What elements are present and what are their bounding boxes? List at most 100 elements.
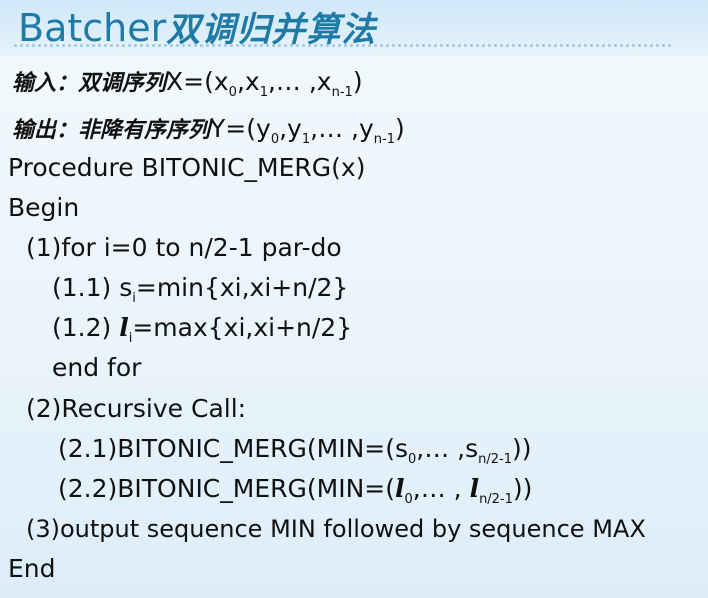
input-formula-start: X=(x (166, 67, 229, 96)
divider-dot (80, 44, 83, 47)
divider-dot (584, 44, 587, 47)
step-2-1-end: )) (512, 434, 532, 463)
divider-dot (380, 44, 383, 47)
divider-dot (122, 44, 125, 47)
step-1-2: (1.2) li=max{xi,xi+n/2} (52, 312, 352, 345)
divider-dot (326, 44, 329, 47)
step-2-2-varn: l (469, 474, 480, 503)
divider-dot (662, 44, 665, 47)
divider-dot (332, 44, 335, 47)
begin-line: Begin (8, 193, 80, 222)
input-sub-0: 0 (228, 85, 237, 100)
divider-dot (428, 44, 431, 47)
divider-dot (308, 44, 311, 47)
divider-dot (392, 44, 395, 47)
input-sep2: ,… ,x (267, 67, 332, 96)
divider-dot (404, 44, 407, 47)
divider-dot (542, 44, 545, 47)
divider-dot (488, 44, 491, 47)
divider-dot (170, 44, 173, 47)
step-3: (3)output sequence MIN followed by seque… (26, 515, 646, 543)
divider-dot (182, 44, 185, 47)
divider-dot (548, 44, 551, 47)
divider-dot (92, 44, 95, 47)
divider-dot (482, 44, 485, 47)
divider-dot (134, 44, 137, 47)
output-sub-n1: n-1 (373, 132, 395, 147)
step-1-2-prefix: (1.2) (52, 313, 120, 342)
divider-dot (440, 44, 443, 47)
title-divider (14, 44, 694, 50)
divider-dot (578, 44, 581, 47)
divider-dot (32, 44, 35, 47)
divider-dot (206, 44, 209, 47)
divider-dot (368, 44, 371, 47)
divider-dot (152, 44, 155, 47)
slide: Batcher双调归并算法 输入：双调序列X=(x0,x1,… ,xn-1) 输… (0, 0, 708, 598)
divider-dot (362, 44, 365, 47)
divider-dot (194, 44, 197, 47)
divider-dot (554, 44, 557, 47)
divider-dot (350, 44, 353, 47)
divider-dot (38, 44, 41, 47)
divider-dot (224, 44, 227, 47)
divider-dot (452, 44, 455, 47)
divider-dot (398, 44, 401, 47)
divider-dot (434, 44, 437, 47)
divider-dot (266, 44, 269, 47)
divider-dot (626, 44, 629, 47)
divider-dot (56, 44, 59, 47)
divider-dot (338, 44, 341, 47)
output-line: 输出：非降有序序列Y=(y0,y1,… ,yn-1) (12, 113, 405, 146)
procedure-line: Procedure BITONIC_MERG(x) (8, 153, 366, 182)
divider-dot (272, 44, 275, 47)
step-2-2-subn: n/2-1 (479, 492, 513, 507)
divider-dot (74, 44, 77, 47)
divider-dot (50, 44, 53, 47)
divider-dot (110, 44, 113, 47)
input-sep1: ,x (236, 67, 260, 96)
step-2-2-end: )) (512, 474, 533, 503)
divider-dot (212, 44, 215, 47)
divider-dot (500, 44, 503, 47)
divider-dot (650, 44, 653, 47)
divider-dot (98, 44, 101, 47)
divider-dot (668, 44, 671, 47)
divider-dot (422, 44, 425, 47)
output-end: ) (394, 114, 405, 143)
divider-dot (524, 44, 527, 47)
divider-dot (476, 44, 479, 47)
divider-dot (236, 44, 239, 47)
divider-dot (602, 44, 605, 47)
divider-dot (176, 44, 179, 47)
divider-dot (242, 44, 245, 47)
step-1-1-rest: =min{xi,xi+n/2} (135, 273, 349, 302)
divider-dot (560, 44, 563, 47)
divider-dot (260, 44, 263, 47)
end-line: End (8, 554, 56, 583)
input-desc: 双调序列 (78, 70, 167, 96)
divider-dot (608, 44, 611, 47)
step-1-1-prefix: (1.1) s (52, 273, 133, 302)
input-label: 输入： (12, 70, 79, 96)
divider-dot (518, 44, 521, 47)
step-2-1: (2.1)BITONIC_MERG(MIN=(s0,… ,sn/2-1)) (58, 433, 532, 466)
divider-dot (296, 44, 299, 47)
divider-dot (284, 44, 287, 47)
step-2-1-mid: ,… ,s (416, 434, 479, 463)
divider-dot (530, 44, 533, 47)
divider-dot (320, 44, 323, 47)
endfor-line: end for (52, 353, 142, 382)
step-2-1-prefix: (2.1)BITONIC_MERG(MIN=(s (58, 434, 408, 463)
output-sub-0: 0 (270, 132, 280, 147)
input-sub-1: 1 (259, 85, 268, 100)
step-2-2: (2.2)BITONIC_MERG(MIN=(l0,… , ln/2-1)) (58, 473, 533, 507)
output-formula-start: Y=(y (210, 114, 271, 143)
step-2-2-prefix: (2.2)BITONIC_MERG(MIN=( (58, 474, 395, 503)
divider-dot (128, 44, 131, 47)
divider-dot (140, 44, 143, 47)
divider-dot (230, 44, 233, 47)
step-1-1: (1.1) si=min{xi,xi+n/2} (52, 272, 349, 305)
divider-dot (164, 44, 167, 47)
divider-dot (356, 44, 359, 47)
